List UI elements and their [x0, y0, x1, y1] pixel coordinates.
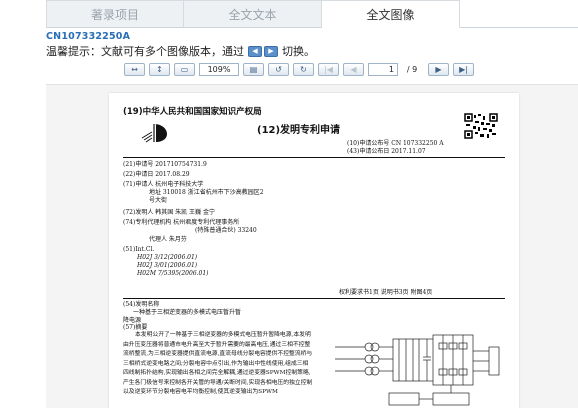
circuit-figure [335, 334, 500, 406]
fit-page-button[interactable]: ▭ [174, 62, 195, 76]
rotate-left-icon: ↺ [275, 64, 282, 74]
patent-page-image: (19)中华人民共和国国家知识产权局 (12)发明专利申请 (10)申请公布号 … [109, 93, 519, 408]
ipc-code-2: H02J 3/01(2006.01) [137, 262, 198, 269]
first-page-icon: |◀ [324, 64, 333, 74]
tip-line: 温馨提示：文献可有多个图像版本，通过 ◀ ▶ 切换。 [46, 43, 315, 59]
fit-page-icon: ▭ [180, 64, 189, 74]
first-page-button[interactable]: |◀ [318, 62, 339, 76]
int-cl-label: (51)Int.Cl. [123, 246, 155, 253]
last-page-icon: ▶| [459, 64, 468, 74]
rotate-right-button[interactable]: ↻ [293, 62, 314, 76]
last-page-button[interactable]: ▶| [453, 62, 474, 76]
tip-prefix: 温馨提示：文献可有多个图像版本，通过 [46, 45, 244, 58]
version-next-icon[interactable]: ▶ [264, 45, 278, 57]
fit-width-icon: ↔ [131, 64, 138, 74]
image-viewer[interactable]: (19)中华人民共和国国家知识产权局 (12)发明专利申请 (10)申请公布号 … [46, 84, 578, 408]
application-date: (22)申请日 2017.08.29 [123, 171, 190, 178]
fit-height-icon: ↕ [156, 64, 163, 74]
ipc-code-1: H02J 3/12(2006.01) [137, 254, 198, 261]
page-view-button[interactable]: ▤ [243, 62, 264, 76]
application-number: (21)申请号 201710754731.9 [123, 161, 207, 168]
tip-suffix: 切换。 [282, 45, 315, 58]
page-summary: 权利要求书1页 说明书3页 附图4页 [339, 289, 433, 296]
invention-title-line-1: 一种基于三相逆变器的多模式电压暂升暂 [133, 309, 242, 316]
document-number: CN107332250A [46, 31, 131, 42]
title-label: (54)发明名称 [123, 301, 160, 308]
prev-page-button[interactable]: ◀ [343, 62, 364, 76]
office-name: (19)中华人民共和国国家知识产权局 [123, 107, 262, 117]
version-prev-icon[interactable]: ◀ [248, 45, 262, 57]
publication-number: (10)申请公布号 CN 107332250 A [347, 140, 444, 147]
rotate-right-icon: ↻ [300, 64, 307, 74]
version-switch: ◀ ▶ [248, 45, 278, 57]
fit-width-button[interactable]: ↔ [124, 62, 145, 76]
tab-fulltext[interactable]: 全文文本 [184, 0, 322, 28]
summary-rule [123, 298, 505, 299]
patent-agency: (74)专利代理机构 杭州君度专利代理事务所 [123, 219, 240, 226]
page-number-field[interactable]: 1 [368, 62, 398, 76]
tab-fullimage[interactable]: 全文图像 [322, 0, 460, 28]
address-line-1: 地址 310018 浙江省杭州市下沙高教园区2 [149, 189, 264, 196]
rotate-left-button[interactable]: ↺ [268, 62, 289, 76]
prev-page-icon: ◀ [350, 64, 357, 74]
abstract-text: 本发明公开了一种基于三相逆变器的多模式电压暂升暂降电源,本发明由升压变压器将普通… [123, 332, 313, 395]
tab-bar: 著录项目 全文文本 全文图像 [46, 0, 578, 28]
ipc-code-3: H02M 7/5395(2006.01) [137, 270, 209, 277]
image-toolbar: ↔ ↕ ▭ 109% ▤ ↺ ↻ |◀ ◀ 1 / 9 ▶ ▶| [124, 62, 478, 76]
patent-agency-line-2: (特殊普通合伙) 33240 [195, 227, 257, 234]
tab-bar-filler [460, 0, 578, 28]
tab-bibliographic[interactable]: 著录项目 [46, 0, 184, 28]
page-total: / 9 [406, 64, 418, 74]
inventors: (72)发明人 韩其国 朱凯 王巍 金宁 [123, 209, 215, 216]
zoom-field[interactable]: 109% [199, 62, 239, 76]
next-page-button[interactable]: ▶ [428, 62, 449, 76]
applicant: (71)申请人 杭州电子科技大学 [123, 181, 204, 188]
next-page-icon: ▶ [435, 64, 442, 74]
address-line-2: 号大街 [149, 197, 168, 204]
patent-office-logo [141, 124, 167, 143]
fit-height-button[interactable]: ↕ [149, 62, 170, 76]
header-rule [123, 157, 505, 158]
publication-date: (43)申请公布日 2017.11.07 [347, 148, 426, 155]
agent: 代理人 朱月芬 [149, 236, 187, 243]
document-type: (12)发明专利申请 [257, 125, 341, 136]
qr-code [464, 113, 498, 139]
page-icon: ▤ [249, 64, 258, 74]
